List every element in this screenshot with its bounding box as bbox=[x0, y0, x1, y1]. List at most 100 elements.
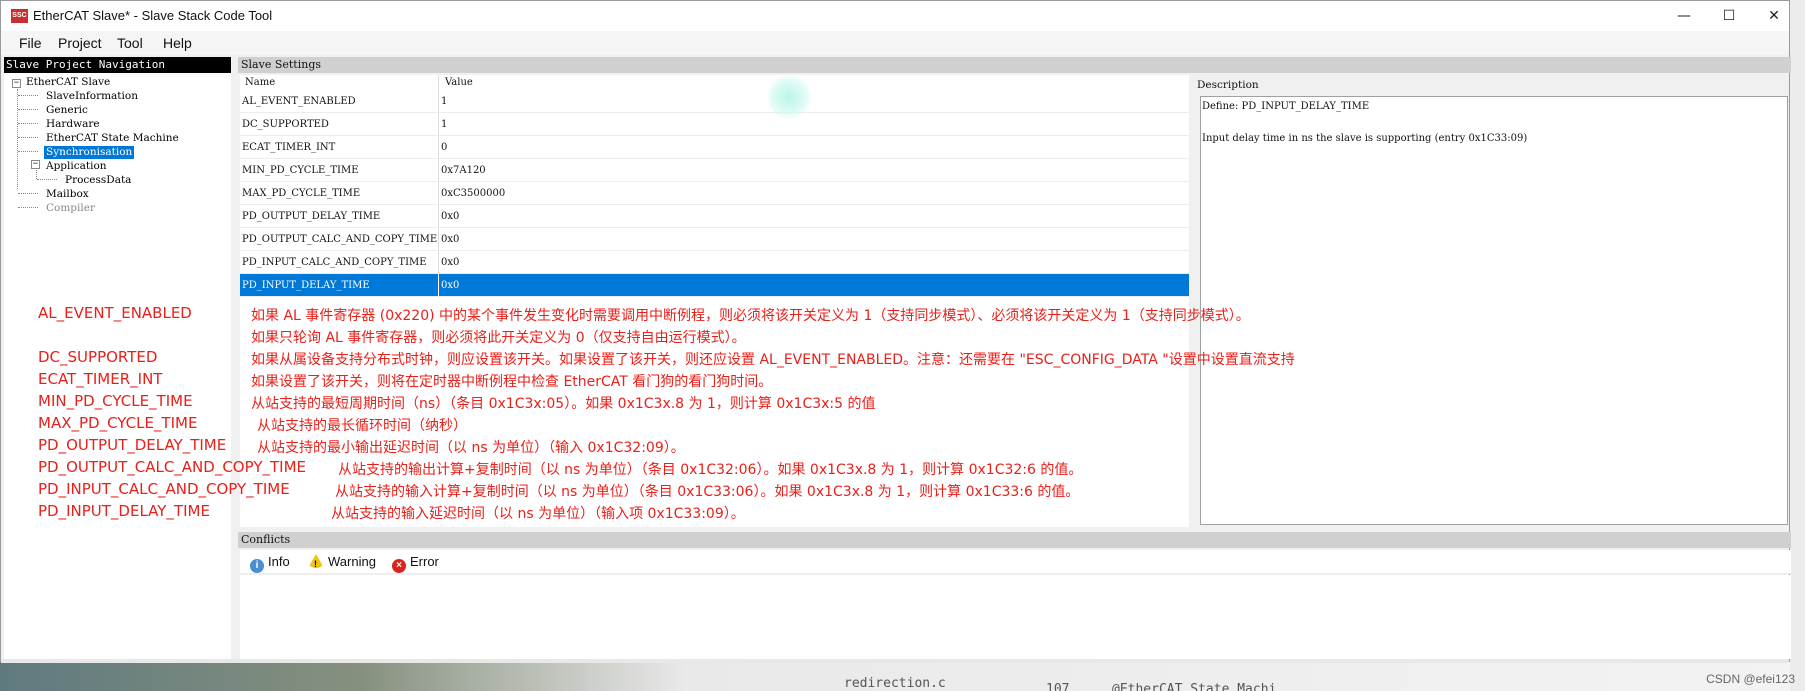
background-file-name: redirection.c bbox=[844, 676, 946, 691]
tree-item-mailbox[interactable]: Mailbox bbox=[46, 188, 89, 201]
menu-project[interactable]: Project bbox=[58, 35, 102, 51]
tree-item-state-machine[interactable]: EtherCAT State Machine bbox=[46, 132, 179, 145]
table-row[interactable]: DC_SUPPORTED 1 bbox=[240, 113, 1189, 136]
tab-info[interactable]: i Info bbox=[250, 554, 290, 573]
grid-header: Name Value bbox=[240, 75, 1189, 90]
column-value-header[interactable]: Value bbox=[445, 77, 473, 88]
annotation-text: 从站支持的最小输出延迟时间（以 ns 为单位）（输入 0x1C32:09）。 bbox=[257, 440, 685, 456]
row-name: PD_OUTPUT_CALC_AND_COPY_TIME bbox=[242, 234, 438, 245]
annotation-key: PD_OUTPUT_CALC_AND_COPY_TIME bbox=[38, 458, 306, 476]
conflicts-tab-bar: i Info ! Warning × Error bbox=[240, 550, 1791, 574]
row-value[interactable]: 0xC3500000 bbox=[441, 188, 505, 199]
watermark: CSDN @efei123 bbox=[1706, 672, 1795, 686]
table-row-selected[interactable]: PD_INPUT_DELAY_TIME 0x0 bbox=[240, 274, 1189, 297]
row-name: PD_INPUT_CALC_AND_COPY_TIME bbox=[242, 257, 427, 268]
tab-error[interactable]: × Error bbox=[392, 554, 439, 573]
annotation-text: 从站支持的输入延迟时间（以 ns 为单位）（输入项 0x1C33:09）。 bbox=[331, 506, 745, 522]
annotation-text: 从站支持的最短周期时间（ns）（条目 0x1C3x:05）。如果 0x1C3x.… bbox=[251, 396, 876, 412]
table-row[interactable]: PD_OUTPUT_CALC_AND_COPY_TIME 0x0 bbox=[240, 228, 1189, 251]
row-name: PD_INPUT_DELAY_TIME bbox=[242, 280, 370, 291]
table-row[interactable]: AL_EVENT_ENABLED 1 bbox=[240, 90, 1189, 113]
row-name: ECAT_TIMER_INT bbox=[242, 142, 336, 153]
tree-guide bbox=[17, 89, 18, 189]
table-row[interactable]: MAX_PD_CYCLE_TIME 0xC3500000 bbox=[240, 182, 1189, 205]
tab-warning[interactable]: ! Warning bbox=[308, 554, 376, 569]
title-bar[interactable]: SSC EtherCAT Slave* - Slave Stack Code T… bbox=[1, 1, 1789, 31]
status-bar bbox=[1, 659, 1789, 663]
row-name: MAX_PD_CYCLE_TIME bbox=[242, 188, 361, 199]
annotation-text: 如果从属设备支持分布式时钟，则应设置该开关。如果设置了该开关，则还应设置 AL_… bbox=[251, 352, 1295, 368]
annotation-key: PD_INPUT_DELAY_TIME bbox=[38, 502, 210, 520]
annotation-text: 如果只轮询 AL 事件寄存器，则必须将此开关定义为 0（仅支持自由运行模式）。 bbox=[251, 330, 746, 346]
app-window: SSC EtherCAT Slave* - Slave Stack Code T… bbox=[0, 0, 1791, 663]
description-detail: Input delay time in ns the slave is supp… bbox=[1202, 133, 1528, 144]
annotation-key: AL_EVENT_ENABLED bbox=[38, 304, 192, 322]
row-value[interactable]: 0x0 bbox=[441, 211, 459, 222]
row-name: PD_OUTPUT_DELAY_TIME bbox=[242, 211, 381, 222]
window-title: EtherCAT Slave* - Slave Stack Code Tool bbox=[33, 8, 273, 23]
annotation-text: 如果 AL 事件寄存器 (0x220) 中的某个事件发生变化时需要调用中断例程，… bbox=[251, 308, 1250, 324]
row-value[interactable]: 0 bbox=[441, 142, 447, 153]
close-button[interactable]: ✕ bbox=[1751, 1, 1797, 31]
navigation-header: Slave Project Navigation bbox=[4, 57, 231, 73]
row-value[interactable]: 1 bbox=[441, 119, 447, 130]
tree-item-generic[interactable]: Generic bbox=[46, 104, 88, 117]
cursor-highlight bbox=[767, 75, 811, 119]
table-row[interactable]: PD_OUTPUT_DELAY_TIME 0x0 bbox=[240, 205, 1189, 228]
conflicts-list bbox=[240, 575, 1791, 659]
row-value[interactable]: 1 bbox=[441, 96, 447, 107]
annotation-text: 如果设置了该开关，则将在定时器中断例程中检查 EtherCAT 看门狗的看门狗时… bbox=[251, 374, 773, 390]
navigation-tree: − EtherCAT Slave SlaveInformation Generi… bbox=[4, 73, 231, 661]
tree-item-application[interactable]: Application bbox=[46, 160, 107, 173]
table-row[interactable]: MIN_PD_CYCLE_TIME 0x7A120 bbox=[240, 159, 1189, 182]
background-line-number: 107 bbox=[1046, 682, 1070, 691]
app-icon: SSC bbox=[11, 9, 28, 23]
menu-help[interactable]: Help bbox=[163, 35, 192, 51]
table-row[interactable]: PD_INPUT_CALC_AND_COPY_TIME 0x0 bbox=[240, 251, 1189, 274]
description-label: Description bbox=[1197, 79, 1259, 91]
minimize-button[interactable]: — bbox=[1661, 1, 1707, 31]
description-box bbox=[1200, 96, 1788, 525]
annotation-text: 从站支持的输入计算+复制时间（以 ns 为单位）（条目 0x1C33:06）。如… bbox=[335, 484, 1080, 500]
tree-item-hardware[interactable]: Hardware bbox=[46, 118, 100, 131]
info-icon: i bbox=[250, 559, 264, 573]
row-name: MIN_PD_CYCLE_TIME bbox=[242, 165, 359, 176]
row-value[interactable]: 0x0 bbox=[441, 257, 459, 268]
description-define: Define: PD_INPUT_DELAY_TIME bbox=[1202, 101, 1370, 112]
tree-item-synchronisation[interactable]: Synchronisation bbox=[44, 146, 135, 159]
annotation-key: ECAT_TIMER_INT bbox=[38, 370, 163, 388]
table-row[interactable]: ECAT_TIMER_INT 0 bbox=[240, 136, 1189, 159]
column-name-header[interactable]: Name bbox=[245, 77, 275, 88]
annotation-key: MAX_PD_CYCLE_TIME bbox=[38, 414, 198, 432]
menu-file[interactable]: File bbox=[19, 35, 42, 51]
tab-warning-label: Warning bbox=[328, 554, 376, 569]
conflicts-header: Conflicts bbox=[238, 532, 1791, 548]
annotation-key: MIN_PD_CYCLE_TIME bbox=[38, 392, 193, 410]
collapse-root-toggle[interactable]: − bbox=[12, 79, 21, 88]
collapse-application-toggle[interactable]: − bbox=[31, 160, 40, 169]
row-value[interactable]: 0x0 bbox=[441, 280, 459, 291]
row-name: AL_EVENT_ENABLED bbox=[242, 96, 356, 107]
background-code-text: @EtherCAT State Machi bbox=[1112, 682, 1277, 691]
row-name: DC_SUPPORTED bbox=[242, 119, 329, 130]
annotation-key: PD_INPUT_CALC_AND_COPY_TIME bbox=[38, 480, 290, 498]
annotation-key: DC_SUPPORTED bbox=[38, 348, 158, 366]
annotation-text: 从站支持的输出计算+复制时间（以 ns 为单位）（条目 0x1C32:06）。如… bbox=[338, 462, 1083, 478]
error-icon: × bbox=[392, 559, 406, 573]
tree-item-slaveinformation[interactable]: SlaveInformation bbox=[46, 90, 138, 103]
slave-settings-header: Slave Settings bbox=[238, 57, 1791, 73]
row-value[interactable]: 0x0 bbox=[441, 234, 459, 245]
tab-error-label: Error bbox=[410, 554, 439, 569]
annotation-text: 从站支持的最长循环时间（纳秒） bbox=[257, 418, 467, 434]
desktop-right-strip bbox=[1790, 0, 1805, 691]
warning-icon: ! bbox=[308, 554, 324, 569]
tree-root-ethercat-slave[interactable]: EtherCAT Slave bbox=[26, 76, 110, 89]
menu-tool[interactable]: Tool bbox=[117, 35, 143, 51]
row-value[interactable]: 0x7A120 bbox=[441, 165, 486, 176]
menu-bar: File Project Tool Help bbox=[1, 31, 1789, 55]
tree-item-compiler[interactable]: Compiler bbox=[46, 202, 95, 215]
tab-info-label: Info bbox=[268, 554, 290, 569]
maximize-button[interactable]: ☐ bbox=[1706, 1, 1752, 31]
annotation-key: PD_OUTPUT_DELAY_TIME bbox=[38, 436, 227, 454]
tree-item-processdata[interactable]: ProcessData bbox=[65, 174, 131, 187]
